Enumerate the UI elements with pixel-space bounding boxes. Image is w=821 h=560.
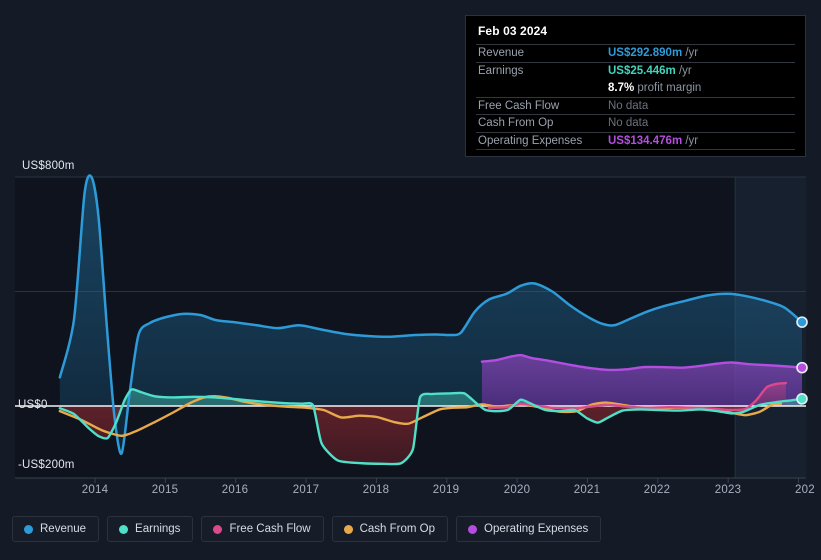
y-axis-label-zero: US$0: [18, 399, 48, 411]
x-tick-2023: 2023: [714, 484, 742, 496]
tooltip-label-earnings: Earnings: [476, 61, 606, 80]
tooltip-value-profit-margin: 8.7% profit margin: [606, 80, 795, 98]
tooltip-row-free-cash-flow: Free Cash Flow No data: [476, 96, 795, 115]
legend-label-earnings: Earnings: [135, 523, 181, 535]
legend-item-operating-expenses[interactable]: Operating Expenses: [456, 516, 602, 542]
tooltip-label-operating-expenses: Operating Expenses: [476, 131, 606, 150]
x-tick-2015: 2015: [151, 484, 179, 496]
legend-label-revenue: Revenue: [40, 523, 87, 535]
legend-item-revenue[interactable]: Revenue: [12, 516, 100, 542]
x-tick-2020: 2020: [503, 484, 531, 496]
legend-dot-earnings-icon: [119, 524, 129, 534]
x-tick-2022: 2022: [643, 484, 671, 496]
x-tick-2024: 202: [795, 484, 815, 496]
tooltip-value-revenue: US$292.890m /yr: [606, 44, 795, 62]
chart-legend: Revenue Earnings Free Cash Flow Cash Fro…: [12, 516, 602, 542]
tooltip-label-cash-from-op: Cash From Op: [476, 114, 606, 132]
tooltip-value-free-cash-flow: No data: [606, 96, 795, 115]
legend-item-free-cash-flow[interactable]: Free Cash Flow: [201, 516, 324, 542]
legend-item-earnings[interactable]: Earnings: [107, 516, 194, 542]
tooltip-label-profit-margin: [476, 80, 606, 98]
legend-dot-revenue-icon: [24, 524, 33, 534]
x-tick-2019: 2019: [432, 484, 460, 496]
tooltip-unit-revenue: /yr: [682, 47, 699, 60]
legend-dot-free-cash-flow-icon: [213, 524, 223, 534]
tooltip-row-revenue: Revenue US$292.890m /yr: [476, 44, 795, 62]
legend-label-free-cash-flow: Free Cash Flow: [229, 523, 311, 535]
x-tick-2018: 2018: [362, 484, 390, 496]
x-tick-2017: 2017: [292, 484, 320, 496]
tooltip-unit-operating-expenses: /yr: [682, 134, 699, 147]
y-axis-label-neg200m: -US$200m: [18, 459, 75, 471]
tooltip-row-profit-margin: 8.7% profit margin: [476, 80, 795, 98]
tooltip-table: Revenue US$292.890m /yr Earnings US$25.4…: [476, 44, 795, 150]
tooltip-amount-operating-expenses: US$134.476m: [608, 134, 683, 147]
tooltip-row-operating-expenses: Operating Expenses US$134.476m /yr: [476, 131, 795, 150]
tooltip-unit-profit-margin: profit margin: [634, 82, 702, 94]
tooltip-amount-profit-margin: 8.7%: [608, 82, 635, 94]
tooltip-label-free-cash-flow: Free Cash Flow: [476, 96, 606, 115]
legend-dot-cash-from-op-icon: [343, 524, 353, 534]
tooltip-amount-earnings: US$25.446m: [608, 65, 676, 77]
legend-dot-operating-expenses-icon: [468, 524, 478, 534]
legend-item-cash-from-op[interactable]: Cash From Op: [331, 516, 449, 542]
x-tick-2014: 2014: [81, 484, 109, 496]
tooltip-value-earnings: US$25.446m /yr: [606, 61, 795, 80]
legend-label-cash-from-op: Cash From Op: [359, 523, 436, 535]
x-tick-2016: 2016: [221, 484, 249, 496]
x-tick-2021: 2021: [573, 484, 601, 496]
y-axis-label-800m: US$800m: [22, 160, 75, 172]
tooltip-row-earnings: Earnings US$25.446m /yr: [476, 61, 795, 80]
data-tooltip: Feb 03 2024 Revenue US$292.890m /yr Earn…: [465, 15, 806, 157]
legend-label-operating-expenses: Operating Expenses: [484, 523, 589, 535]
tooltip-unit-earnings: /yr: [675, 65, 692, 77]
tooltip-value-cash-from-op: No data: [606, 114, 795, 132]
tooltip-label-revenue: Revenue: [476, 44, 606, 62]
tooltip-date: Feb 03 2024: [478, 24, 548, 38]
tooltip-amount-revenue: US$292.890m: [608, 47, 683, 60]
tooltip-row-cash-from-op: Cash From Op No data: [476, 114, 795, 132]
tooltip-value-operating-expenses: US$134.476m /yr: [606, 131, 795, 150]
